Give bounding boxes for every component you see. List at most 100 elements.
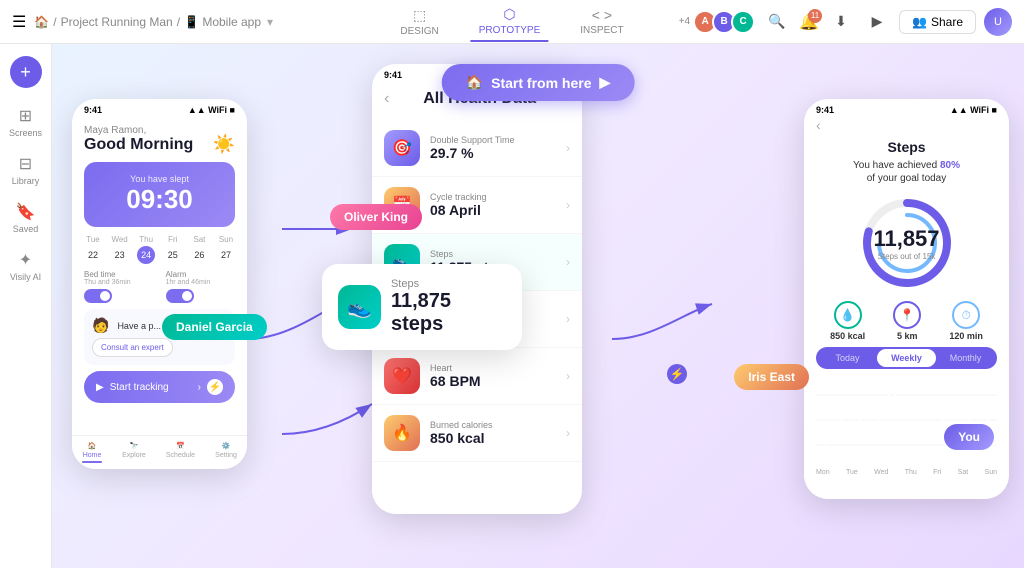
user-avatar[interactable]: U: [984, 8, 1012, 36]
chart-tab-monthly[interactable]: Monthly: [936, 349, 995, 367]
share-label: Share: [931, 15, 963, 29]
calendar-tue: Tue 22: [84, 235, 102, 264]
health-item-double-support[interactable]: 🎯 Double Support Time 29.7 % ›: [372, 120, 582, 177]
ai-icon: ✦: [19, 250, 32, 270]
ai-label: Visily AI: [10, 272, 41, 282]
calendar-thu[interactable]: Thu 24: [137, 235, 155, 264]
tab-inspect[interactable]: < > INSPECT: [572, 3, 631, 40]
avatar-count: +4: [679, 16, 690, 27]
steps-card-label: Steps: [391, 278, 506, 290]
chevron-right-icon: ›: [566, 141, 570, 155]
health-item-heart[interactable]: ❤️ Heart 68 BPM ›: [372, 348, 582, 405]
chart-tab-today[interactable]: Today: [818, 349, 877, 367]
topbar: ☰ 🏠 / Project Running Man / 📱 Mobile app…: [0, 0, 1024, 44]
chevron-right-icon-2: ›: [566, 198, 570, 212]
calendar-row: Tue 22 Wed 23 Thu 24 Fri 25 Sat 26: [84, 235, 235, 264]
search-icon[interactable]: 🔍: [763, 8, 791, 36]
calendar-fri: Fri 25: [164, 235, 182, 264]
metrics-row: 💧 850 kcal 📍 5 km ⏱ 120 min: [816, 301, 997, 341]
metric-time: ⏱ 120 min: [949, 301, 983, 341]
calendar-sat: Sat 26: [190, 235, 208, 264]
share-button[interactable]: 👥 Share: [899, 10, 976, 34]
chevron-down-icon[interactable]: ▾: [267, 15, 273, 29]
sidebar-item-saved[interactable]: 🔖 Saved: [0, 196, 51, 240]
start-from-here-button[interactable]: 🏠 Start from here ▶: [442, 64, 635, 101]
sidebar-item-library[interactable]: ⊟ Library: [0, 148, 51, 192]
alarm-setting: Alarm 1hr and 46min: [166, 270, 236, 303]
home-icon: 🏠: [466, 74, 483, 91]
nav-explore[interactable]: 🔭 Explore: [122, 442, 146, 463]
chevron-right-icon-4: ›: [566, 312, 570, 326]
settings-row: Bed time Thu and 36min Alarm 1hr and 46m…: [84, 270, 235, 303]
saved-icon: 🔖: [16, 202, 36, 222]
topbar-center: ⬚ DESIGN ⬡ PROTOTYPE < > INSPECT: [392, 2, 631, 42]
steps-card-icon: 👟: [338, 285, 381, 329]
phone1-signals: ▲▲ WiFi ■: [188, 105, 235, 115]
tab-design[interactable]: ⬚ DESIGN: [392, 3, 446, 41]
nav-schedule[interactable]: 📅 Schedule: [166, 442, 195, 463]
oliver-king-label: Oliver King: [330, 204, 422, 230]
start-tracking-button[interactable]: ▶ Start tracking › ⚡: [84, 371, 235, 403]
chevron-right-icon-6: ›: [566, 426, 570, 440]
iris-east-label: Iris East: [734, 364, 809, 390]
steps-ring-chart: 11,857 Steps out of 15k: [804, 193, 1009, 293]
library-icon: ⊟: [19, 154, 32, 174]
phone3-signals: ▲▲ WiFi ■: [950, 105, 997, 115]
left-sidebar: + ⊞ Screens ⊟ Library 🔖 Saved ✦ Visily A…: [0, 44, 52, 568]
calories-metric-icon: 💧: [834, 301, 862, 329]
chart-day-labels: Mon Tue Wed Thu Fri Sat Sun: [816, 469, 997, 476]
breadcrumb-project[interactable]: Project Running Man: [61, 15, 173, 29]
prototype-icon: ⬡: [503, 6, 515, 23]
sidebar-item-screens[interactable]: ⊞ Screens: [0, 100, 51, 144]
add-screen-button[interactable]: +: [10, 56, 42, 88]
home-nav-icon: 🏠: [88, 442, 97, 450]
weekly-chart-svg: [816, 375, 997, 465]
double-support-icon: 🎯: [384, 130, 420, 166]
play-icon[interactable]: ▶: [863, 8, 891, 36]
play-arrow-icon: ▶: [600, 74, 611, 91]
bed-time-setting: Bed time Thu and 36min: [84, 270, 154, 303]
svg-text:⚡: ⚡: [670, 367, 685, 381]
health-item-calories[interactable]: 🔥 Burned calories 850 kcal ›: [372, 405, 582, 462]
avatar-3: C: [731, 10, 755, 34]
chart-tab-weekly[interactable]: Weekly: [877, 349, 936, 367]
avatar-group: A B C: [698, 10, 755, 34]
daniel-garcia-label: Daniel Garcia: [162, 314, 267, 340]
ring-value: 11,857 Steps out of 15k: [873, 226, 939, 261]
back-chevron-icon-2[interactable]: ‹: [816, 117, 821, 133]
phone2-time: 9:41: [384, 70, 402, 80]
steps-floating-card: 👟 Steps 11,875 steps: [322, 264, 522, 350]
notification-button[interactable]: 🔔 11: [799, 12, 819, 32]
alarm-toggle[interactable]: [166, 289, 194, 303]
chart-area: [816, 375, 997, 465]
consult-expert-button[interactable]: Consult an expert: [92, 338, 173, 357]
breadcrumb-home[interactable]: 🏠: [34, 15, 49, 29]
breadcrumb-page[interactable]: 📱 Mobile app: [184, 15, 261, 29]
canvas: 🏠 Start from here ▶ 9:41 ▲▲ WiFi ■ Maya …: [52, 44, 1024, 568]
nav-setting[interactable]: ⚙️ Setting: [215, 442, 237, 463]
saved-label: Saved: [13, 224, 39, 234]
design-icon: ⬚: [413, 7, 426, 24]
nav-home[interactable]: 🏠 Home: [82, 442, 102, 463]
tab-prototype[interactable]: ⬡ PROTOTYPE: [471, 2, 549, 42]
download-icon[interactable]: ⬇: [827, 8, 855, 36]
start-btn-label: Start from here: [491, 75, 591, 91]
sleep-label: You have slept: [96, 174, 223, 184]
setting-nav-icon: ⚙️: [222, 442, 231, 450]
phone-screen-1: 9:41 ▲▲ WiFi ■ Maya Ramon, Good Morning …: [72, 99, 247, 469]
tab-design-label: DESIGN: [400, 26, 438, 37]
distance-metric-icon: 📍: [893, 301, 921, 329]
menu-icon[interactable]: ☰: [12, 12, 26, 32]
screens-icon: ⊞: [19, 106, 32, 126]
share-icon: 👥: [912, 15, 927, 29]
sleep-card: You have slept 09:30: [84, 162, 235, 227]
metric-calories: 💧 850 kcal: [830, 301, 865, 341]
breadcrumb-sep1: /: [53, 15, 56, 29]
schedule-nav-icon: 📅: [176, 442, 185, 450]
bed-time-toggle[interactable]: [84, 289, 112, 303]
phone3-time: 9:41: [816, 105, 834, 115]
phone3-status-bar: 9:41 ▲▲ WiFi ■: [804, 99, 1009, 117]
sidebar-item-visily-ai[interactable]: ✦ Visily AI: [0, 244, 51, 288]
tracking-play-icon: ▶: [96, 382, 104, 393]
chevron-right-icon-5: ›: [566, 369, 570, 383]
